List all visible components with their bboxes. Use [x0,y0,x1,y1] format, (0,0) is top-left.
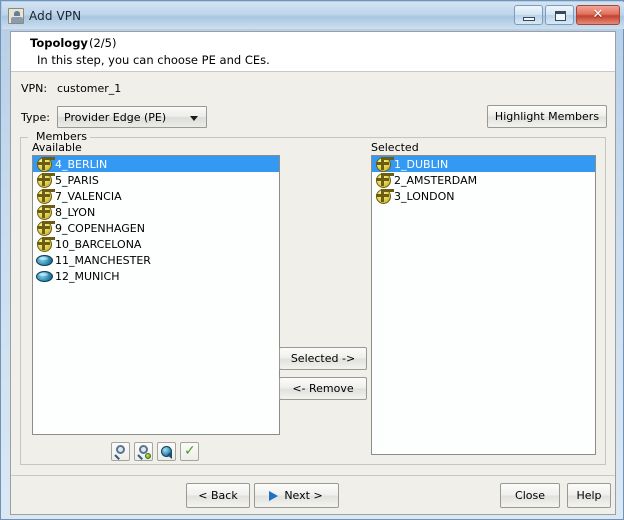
zoom-icon[interactable] [111,442,130,461]
close-dialog-button[interactable]: Close [500,483,560,508]
page-title: Topology [30,36,88,50]
list-item-label: 3_LONDON [394,189,455,203]
dialog-client-area: Topology (2/5) In this step, you can cho… [10,31,616,515]
list-item-label: 10_BARCELONA [55,237,142,251]
dialog-footer: < Back Next > Close Help [11,475,615,514]
help-button[interactable]: Help [567,483,611,508]
list-item-label: 5_PARIS [55,173,99,187]
list-item-label: 8_LYON [55,205,96,219]
list-item[interactable]: 11_MANCHESTER [33,252,279,268]
members-group: Members Available Selected 4_BERLIN 5_PAR… [20,130,606,465]
add-to-selected-button[interactable]: Selected -> [279,347,367,370]
pe-router-icon [36,221,52,236]
next-button[interactable]: Next > [254,483,339,508]
list-item-label: 12_MUNICH [55,269,120,283]
list-item[interactable]: 5_PARIS [33,172,279,188]
list-item[interactable]: 1_DUBLIN [372,156,595,172]
type-label: Type: [21,110,50,124]
title-bar: Add VPN ✕ [2,2,624,29]
list-item-label: 7_VALENCIA [55,189,122,203]
add-vpn-window: Add VPN ✕ Topology (2/5) In this step, y… [0,0,624,520]
close-icon: ✕ [592,7,604,22]
ce-router-icon [36,253,53,267]
dialog-body: VPN: customer_1 Type: Provider Edge (PE)… [11,73,615,474]
page-subtitle: In this step, you can choose PE and CEs. [37,53,270,67]
wizard-header: Topology (2/5) In this step, you can cho… [11,32,615,72]
list-item[interactable]: 7_VALENCIA [33,188,279,204]
next-arrow-icon [269,491,278,501]
pe-router-icon [375,189,391,204]
list-item[interactable]: 10_BARCELONA [33,236,279,252]
type-row: Type: Provider Edge (PE) [21,106,207,128]
minimize-button[interactable] [514,5,543,25]
list-item-label: 1_DUBLIN [394,157,449,171]
list-item-label: 2_AMSTERDAM [394,173,478,187]
window-controls: ✕ [514,5,620,25]
members-group-label: Members [33,130,90,143]
list-item-label: 9_COPENHAGEN [55,221,145,235]
type-dropdown-value: Provider Edge (PE) [64,110,167,124]
next-button-label: Next > [284,489,323,502]
back-button[interactable]: < Back [186,483,250,508]
step-indicator: (2/5) [89,36,117,50]
maximize-button[interactable] [545,5,574,25]
pe-router-icon [36,189,52,204]
minimize-icon [523,17,535,21]
pe-router-icon [36,173,52,188]
pe-router-icon [36,157,52,172]
vpn-label: VPN: [21,82,48,95]
zoom-find-icon[interactable] [134,442,153,461]
highlight-members-button[interactable]: Highlight Members [487,105,607,128]
window-title: Add VPN [29,8,82,23]
list-item[interactable]: 9_COPENHAGEN [33,220,279,236]
list-item[interactable]: 8_LYON [33,204,279,220]
pe-router-icon [375,173,391,188]
list-item-label: 11_MANCHESTER [55,253,151,267]
selected-label: Selected [371,141,419,154]
check-icon[interactable]: ✓ [180,442,199,461]
maximize-icon [555,11,566,21]
list-item[interactable]: 3_LONDON [372,188,595,204]
selected-list[interactable]: 1_DUBLIN 2_AMSTERDAM 3_LONDON [371,155,596,455]
app-icon [8,7,24,24]
available-list[interactable]: 4_BERLIN 5_PARIS 7_VALENCIA 8_LYON 9_COPENHA… [32,155,280,435]
list-toolbar: ✓ [111,442,199,461]
type-dropdown[interactable]: Provider Edge (PE) [57,106,207,128]
list-item[interactable]: 4_BERLIN [33,156,279,172]
vpn-row: VPN: customer_1 [21,82,121,95]
remove-from-selected-button[interactable]: <- Remove [279,377,367,400]
pe-router-icon [375,157,391,172]
pe-router-icon [36,205,52,220]
globe-navigate-icon[interactable] [157,442,176,461]
chevron-down-icon [190,116,198,121]
pe-router-icon [36,237,52,252]
list-item[interactable]: 12_MUNICH [33,268,279,284]
list-item-label: 4_BERLIN [55,157,108,171]
list-item[interactable]: 2_AMSTERDAM [372,172,595,188]
ce-router-icon [36,269,53,283]
close-button[interactable]: ✕ [576,5,620,25]
vpn-value: customer_1 [57,82,122,95]
